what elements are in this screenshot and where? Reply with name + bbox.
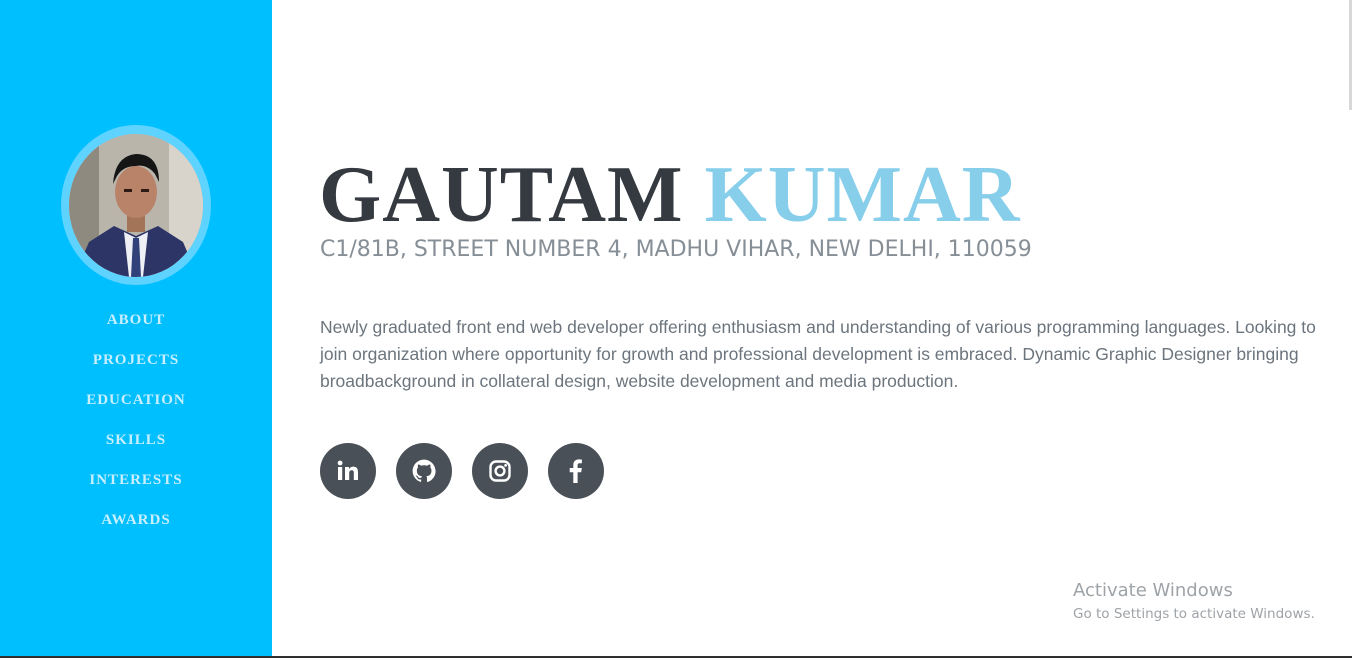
page-title: GAUTAM KUMAR: [319, 152, 1021, 238]
linkedin-button[interactable]: [320, 443, 376, 499]
github-icon: [412, 459, 436, 482]
facebook-icon: [569, 459, 582, 483]
nav-item-awards[interactable]: AWARDS: [0, 510, 272, 550]
facebook-button[interactable]: [548, 443, 604, 499]
watermark-title: Activate Windows: [1073, 580, 1233, 601]
about-section: GAUTAM KUMAR C1/81B, STREET NUMBER 4, MA…: [272, 0, 1352, 658]
bio-text: Newly graduated front end web developer …: [320, 317, 1316, 391]
social-links: [320, 443, 604, 499]
activate-windows-watermark: Activate Windows Go to Settings to activ…: [1073, 580, 1315, 626]
nav-item-about[interactable]: ABOUT: [0, 310, 272, 350]
github-button[interactable]: [396, 443, 452, 499]
avatar-ring: [61, 125, 211, 285]
nav-item-skills[interactable]: SKILLS: [0, 430, 272, 470]
instagram-button[interactable]: [472, 443, 528, 499]
linkedin-icon: [337, 460, 358, 480]
avatar[interactable]: [69, 133, 203, 277]
nav-item-projects[interactable]: PROJECTS: [0, 350, 272, 390]
first-name: GAUTAM: [319, 151, 684, 239]
nav-item-education[interactable]: EDUCATION: [0, 390, 272, 430]
sidebar-nav: ABOUT PROJECTS EDUCATION SKILLS INTEREST…: [0, 310, 272, 550]
profile-photo: [69, 133, 203, 277]
sidebar: ABOUT PROJECTS EDUCATION SKILLS INTEREST…: [0, 0, 272, 658]
instagram-icon: [489, 460, 511, 482]
last-name: KUMAR: [704, 151, 1021, 239]
watermark-subtitle: Go to Settings to activate Windows.: [1073, 606, 1315, 622]
nav-item-interests[interactable]: INTERESTS: [0, 470, 272, 510]
address: C1/81B, STREET NUMBER 4, MADHU VIHAR, NE…: [320, 237, 1032, 262]
